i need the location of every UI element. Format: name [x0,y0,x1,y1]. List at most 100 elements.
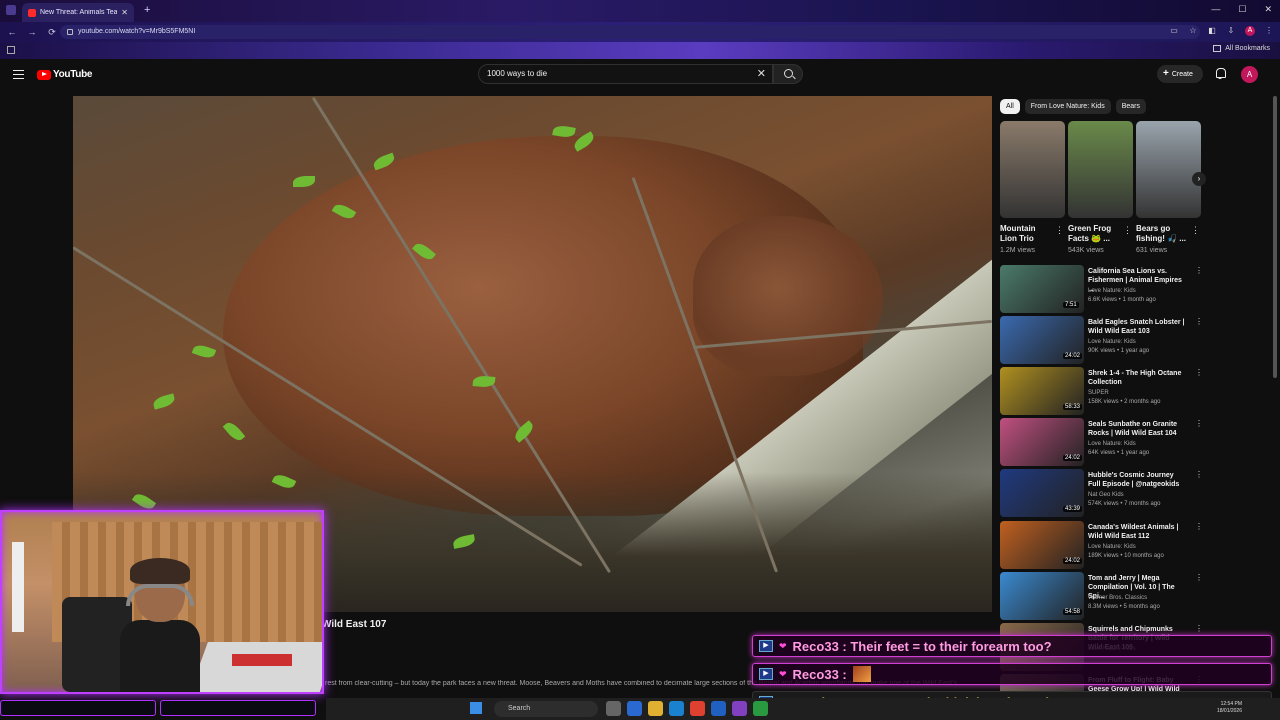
chip-bears[interactable]: Bears [1115,99,1146,114]
guide-menu-icon[interactable] [13,70,24,79]
cast-icon[interactable]: ▭ [1169,26,1179,36]
short-item[interactable]: Mountain Lion Trio 1.2M views ⋮ [1000,121,1065,254]
short-views: 631 views [1136,247,1168,254]
channel-name[interactable]: Nat Geo Kids [1088,492,1124,498]
clock-time: 12:54 PM [1220,701,1242,707]
file-explorer-icon[interactable] [648,701,663,716]
more-options-icon[interactable]: ⋮ [1195,522,1203,531]
short-views: 543K views [1068,247,1104,254]
recommended-video[interactable]: 7:51 California Sea Lions vs. Fishermen |… [1000,265,1205,313]
chip-all[interactable]: All [1000,99,1020,114]
channel-name[interactable]: Love Nature: Kids [1088,544,1136,550]
create-label: Create [1171,71,1193,78]
windows-start-icon[interactable] [470,702,482,714]
task-view-icon[interactable] [606,701,621,716]
search-button[interactable] [773,64,803,84]
taskbar-clock[interactable]: 12:54 PM 18/01/2026 [1217,701,1242,715]
app-icon[interactable] [711,701,726,716]
all-bookmarks-button[interactable]: All Bookmarks [1213,45,1270,52]
short-item[interactable]: Green Frog Facts 🐸 ... 543K views ⋮ [1068,121,1133,254]
recommended-video[interactable]: 24:02 Canada's Wildest Animals | Wild Wil… [1000,521,1205,569]
address-bar[interactable]: youtube.com/watch?v=Mr9bS5FM5NI [60,25,1200,39]
channel-name[interactable]: Warner Bros. Classics [1088,595,1147,601]
chevron-right-icon[interactable]: › [1192,172,1206,186]
forward-icon[interactable]: → [24,27,40,37]
webcam-frame-bar [0,700,322,720]
chrome-icon[interactable] [690,701,705,716]
clear-search-icon[interactable]: ✕ [757,65,766,83]
more-options-icon[interactable]: ⋮ [1195,419,1203,428]
more-options-icon[interactable]: ⋮ [1195,624,1203,633]
downloads-icon[interactable]: ⇩ [1226,26,1236,36]
site-info-icon[interactable] [67,29,73,35]
channel-name[interactable]: Love Nature: Kids [1088,339,1136,345]
more-options-icon[interactable]: ⋮ [1123,225,1132,236]
channel-name[interactable]: Love Nature: Kids [1088,441,1136,447]
channel-name[interactable]: Love Nature: Kids [1088,288,1136,294]
tab-search-icon[interactable] [6,5,16,15]
short-thumbnail [1000,121,1065,218]
tab-title: New Threat: Animals Team [40,9,118,16]
create-button[interactable]: + Create [1157,65,1203,83]
video-meta: 8.3M views • 5 months ago [1088,604,1160,610]
account-avatar[interactable]: A [1241,66,1258,83]
chip-from-love-nature-kids[interactable]: From Love Nature: Kids [1024,99,1111,114]
short-views: 1.2M views [1000,247,1036,254]
platform-icon: ▶ [759,668,773,680]
short-thumbnail [1136,121,1201,218]
browser-toolbar: ← → ⟳ youtube.com/watch?v=Mr9bS5FM5NI ▭ … [0,22,1280,42]
recommended-video[interactable]: 54:58 Tom and Jerry | Mega Compilation | … [1000,572,1205,620]
duration-badge: 24:02 [1063,353,1083,359]
more-options-icon[interactable]: ⋮ [1195,368,1203,377]
minimize-icon[interactable]: — [1211,4,1220,15]
youtube-wordmark: YouTube [53,69,93,80]
taskbar-search[interactable]: Search [494,701,598,717]
copilot-icon[interactable] [627,701,642,716]
sidebar-scrollbar[interactable] [1273,96,1277,378]
channel-name[interactable]: SUPER [1088,390,1109,396]
more-options-icon[interactable]: ⋮ [1191,225,1200,236]
profile-avatar[interactable]: A [1245,26,1255,36]
streamer-body [120,620,200,692]
search-input[interactable]: 1000 ways to die ✕ [478,64,773,84]
bookmarks-bar: All Bookmarks [0,42,1280,59]
leaf [151,393,177,410]
apps-grid-icon[interactable] [7,46,15,54]
bookmark-star-icon[interactable]: ☆ [1188,26,1198,36]
tab-close-icon[interactable]: ✕ [121,8,128,17]
xbox-icon[interactable] [753,701,768,716]
duration-badge: 58:33 [1063,404,1083,410]
browser-menu-icon[interactable]: ⋮ [1264,26,1274,36]
short-item[interactable]: Bears go fishing! 🎣 ... 631 views ⋮ [1136,121,1201,254]
obs-icon[interactable] [732,701,747,716]
recommended-video[interactable]: 43:39 Hubble's Cosmic Journey Full Episod… [1000,469,1205,517]
video-meta: 64K views • 1 year ago [1088,450,1150,456]
video-meta: 6.6K views • 1 month ago [1088,297,1156,303]
close-window-icon[interactable]: ✕ [1264,4,1272,15]
chat-text: Reco33 : [792,666,847,682]
browser-tab-active[interactable]: New Threat: Animals Team ✕ [22,3,134,22]
new-tab-button[interactable]: + [144,4,150,16]
recommended-video[interactable]: 58:33 Shrek 1-4 - The High Octane Collect… [1000,367,1205,415]
windows-taskbar: Search 12:54 PM 18/01/2026 [326,698,1280,720]
leaf [293,176,315,187]
youtube-logo[interactable]: YouTube [37,69,93,80]
video-title: Canada's Wildest Animals | Wild Wild Eas… [1088,524,1179,540]
more-options-icon[interactable]: ⋮ [1195,317,1203,326]
recommended-video[interactable]: 24:02 Seals Sunbathe on Granite Rocks | W… [1000,418,1205,466]
maximize-icon[interactable]: ☐ [1238,4,1246,15]
more-options-icon[interactable]: ⋮ [1195,573,1203,582]
extension-icon[interactable]: ◧ [1207,26,1217,36]
back-icon[interactable]: ← [4,27,20,37]
edge-icon[interactable] [669,701,684,716]
reload-icon[interactable]: ⟳ [44,27,60,38]
duration-badge: 24:02 [1063,558,1083,564]
notifications-bell-icon[interactable] [1215,68,1226,79]
more-options-icon[interactable]: ⋮ [1195,266,1203,275]
more-options-icon[interactable]: ⋮ [1055,225,1064,236]
plus-icon: + [1163,68,1169,79]
url-text: youtube.com/watch?v=Mr9bS5FM5NI [78,28,196,35]
chat-message: ▶ ❤ Reco33 : [752,663,1272,685]
recommended-video[interactable]: 24:02 Bald Eagles Snatch Lobster | Wild W… [1000,316,1205,364]
more-options-icon[interactable]: ⋮ [1195,470,1203,479]
